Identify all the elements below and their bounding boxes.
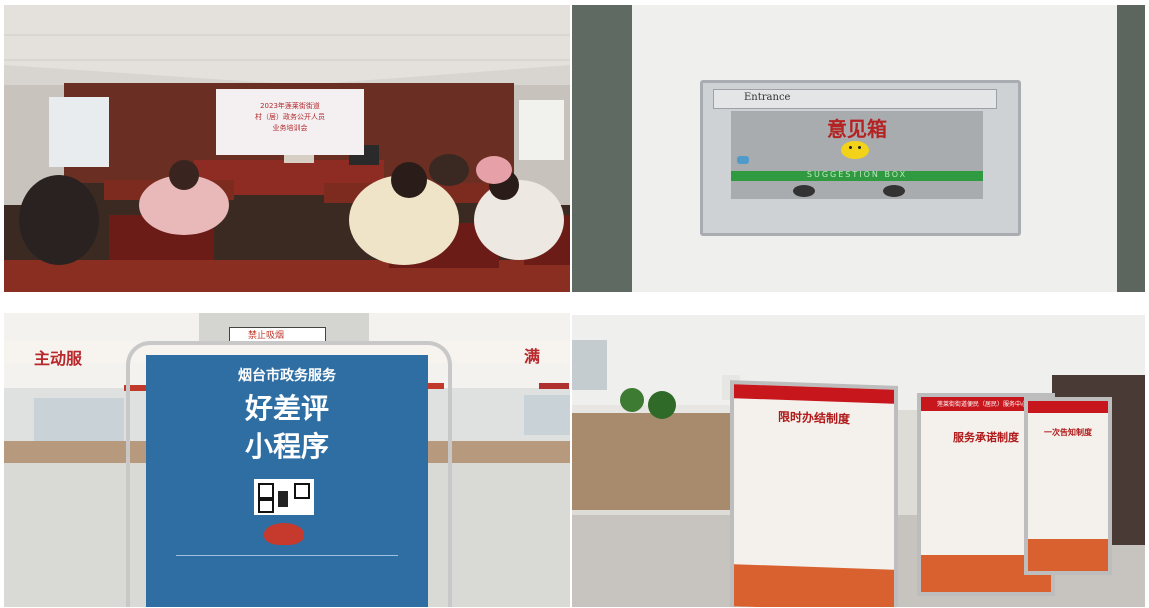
entrance-label: Entrance	[744, 92, 791, 103]
photo-training-meeting: 2023年莲莱街街道 村（居）政务公开人员 业务培训会	[4, 5, 570, 292]
suggestion-box: Entrance 意见箱 SUGGESTION BOX	[700, 80, 1021, 236]
poster-divider	[176, 555, 398, 556]
board-3: 一次告知制度	[1024, 397, 1112, 575]
poster-title-2: 小程序	[244, 430, 329, 463]
poster: 烟台市政务服务 好差评 小程序	[146, 355, 428, 607]
lock-icon	[737, 156, 749, 164]
wall-left-panel	[572, 5, 632, 292]
board-2-header-text: 莲莱街街道便民（居民）服务中心	[937, 401, 1028, 408]
board-3-header	[1028, 401, 1108, 413]
qr-code-icon	[254, 479, 314, 515]
poster-title-1: 好差评	[244, 392, 329, 425]
green-band: SUGGESTION BOX	[731, 170, 983, 181]
board-1: 限时办结制度	[730, 380, 898, 607]
board-3-footer	[1028, 539, 1108, 571]
smiley-icon	[841, 141, 869, 159]
box-title: 意见箱	[827, 117, 887, 141]
no-smoking-label: 禁止吸烟	[248, 331, 285, 341]
board-1-title: 限时办结制度	[777, 409, 850, 427]
slot-right	[883, 185, 905, 197]
poster-org: 烟台市政务服务	[238, 368, 336, 384]
box-top-bar: Entrance	[713, 89, 997, 109]
slide-line-2: 村（居）政务公开人员	[255, 113, 325, 121]
photo-suggestion-box: Entrance 意见箱 SUGGESTION BOX	[572, 5, 1145, 292]
slide-line-1: 2023年莲莱街街道	[260, 102, 320, 110]
board-3-title: 一次告知制度	[1044, 428, 1092, 437]
band-label: SUGGESTION BOX	[806, 170, 908, 179]
wall-right-panel	[1117, 5, 1145, 292]
board-1-header	[734, 384, 894, 404]
photo-notice-boards: 限时办结制度 莲莱街街道便民（居民）服务中心 服务承诺制度 一次告知制度	[572, 315, 1145, 607]
box-front: 意见箱 SUGGESTION BOX	[731, 111, 983, 199]
banner-right: 满	[524, 347, 541, 366]
slot-left	[793, 185, 815, 197]
photo-review-poster: 主动服 满 禁止吸烟 烟台市政务服务 好差评 小程序	[4, 313, 570, 607]
mascot-icon	[264, 523, 304, 545]
banner-left: 主动服	[34, 349, 83, 368]
projection-slide: 2023年莲莱街街道 村（居）政务公开人员 业务培训会	[216, 89, 364, 155]
board-1-footer	[734, 564, 894, 607]
slide-line-3: 业务培训会	[272, 124, 308, 132]
